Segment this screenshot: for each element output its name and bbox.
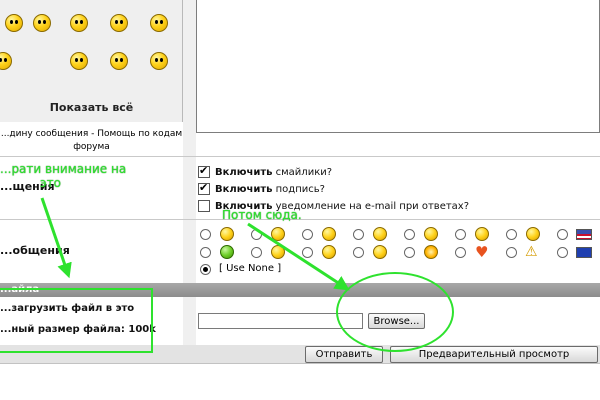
annotation-arrow-2 [247,222,350,291]
annotation-arrows [40,197,350,291]
annotation-arrow-1 [40,197,72,279]
